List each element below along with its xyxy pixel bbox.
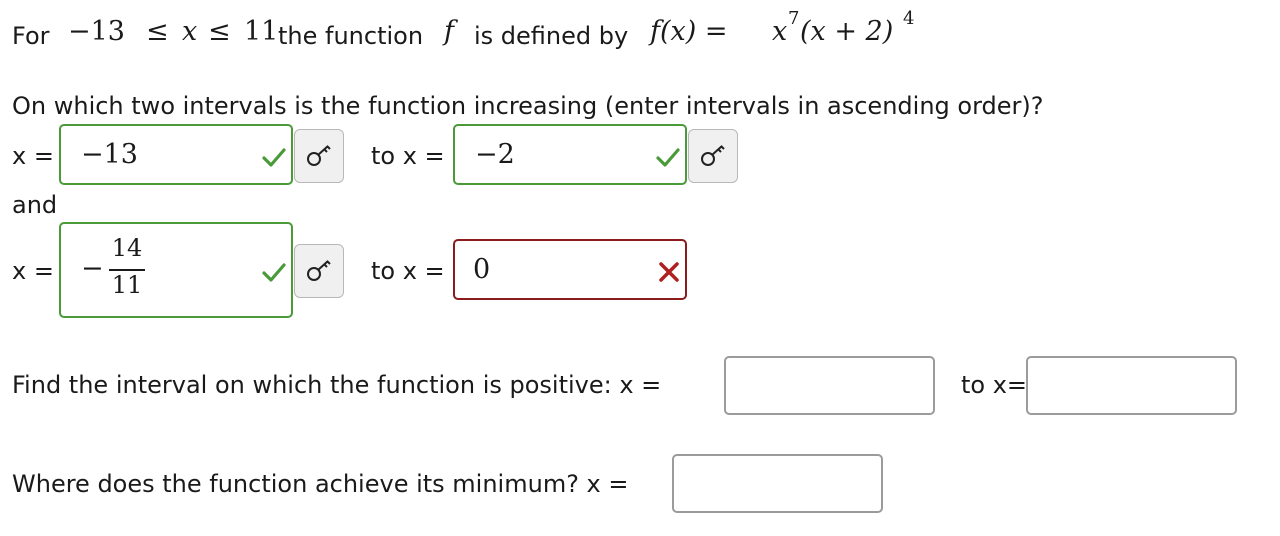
range-high: 11 bbox=[244, 16, 279, 47]
interval2-to-field[interactable]: 0 bbox=[453, 239, 687, 300]
interval2-from-field[interactable]: − 14 11 bbox=[59, 222, 293, 318]
check-icon bbox=[262, 148, 286, 167]
answer-value: −13 bbox=[81, 139, 138, 170]
increasing-question: On which two intervals is the function i… bbox=[12, 92, 1044, 120]
formula-x: x bbox=[772, 16, 788, 47]
intro-prefix: For bbox=[12, 22, 50, 50]
leq-symbol: ≤ bbox=[146, 16, 169, 47]
answer-value: 0 bbox=[473, 254, 491, 285]
fraction-sign: − bbox=[81, 253, 104, 284]
and-label: and bbox=[12, 191, 58, 219]
leq-symbol: ≤ bbox=[208, 16, 231, 47]
exponent-4: 4 bbox=[903, 8, 915, 29]
check-icon bbox=[656, 148, 680, 167]
key-icon bbox=[701, 145, 725, 166]
exponent-7: 7 bbox=[788, 8, 800, 29]
answer-preview-button[interactable] bbox=[688, 129, 738, 183]
interval1-from-field[interactable]: −13 bbox=[59, 124, 293, 185]
to-x-label: to x= bbox=[961, 371, 1028, 399]
answer-preview-button[interactable] bbox=[294, 244, 344, 298]
key-icon bbox=[307, 145, 331, 166]
intro-mid-text-2: is defined by bbox=[474, 22, 629, 50]
fraction-numerator: 14 bbox=[111, 234, 143, 262]
formula-lhs: f(x) = bbox=[650, 16, 728, 47]
function-name: f bbox=[444, 16, 454, 47]
check-icon bbox=[262, 263, 286, 282]
to-x-label: to x = bbox=[371, 257, 445, 285]
x-label: x = bbox=[12, 142, 54, 170]
minimum-question: Where does the function achieve its mini… bbox=[12, 470, 629, 498]
intro-mid-text: the function bbox=[278, 22, 424, 50]
positive-to-input[interactable] bbox=[1026, 356, 1237, 415]
fraction-denominator: 11 bbox=[111, 271, 143, 299]
to-x-label: to x = bbox=[371, 142, 445, 170]
positive-from-input[interactable] bbox=[724, 356, 935, 415]
minimum-input[interactable] bbox=[672, 454, 883, 513]
range-low: −13 bbox=[68, 16, 125, 47]
interval1-to-field[interactable]: −2 bbox=[453, 124, 687, 185]
answer-preview-button[interactable] bbox=[294, 129, 344, 183]
formula-paren: (x + 2) bbox=[800, 16, 894, 47]
answer-value: −2 bbox=[475, 139, 515, 170]
variable-x: x bbox=[182, 16, 198, 47]
x-mark-icon bbox=[659, 262, 679, 282]
problem-statement: For −13 ≤ x ≤ 11 the function f is defin… bbox=[12, 8, 1012, 58]
key-icon bbox=[307, 260, 331, 281]
positive-question: Find the interval on which the function … bbox=[12, 371, 662, 399]
x-label: x = bbox=[12, 257, 54, 285]
